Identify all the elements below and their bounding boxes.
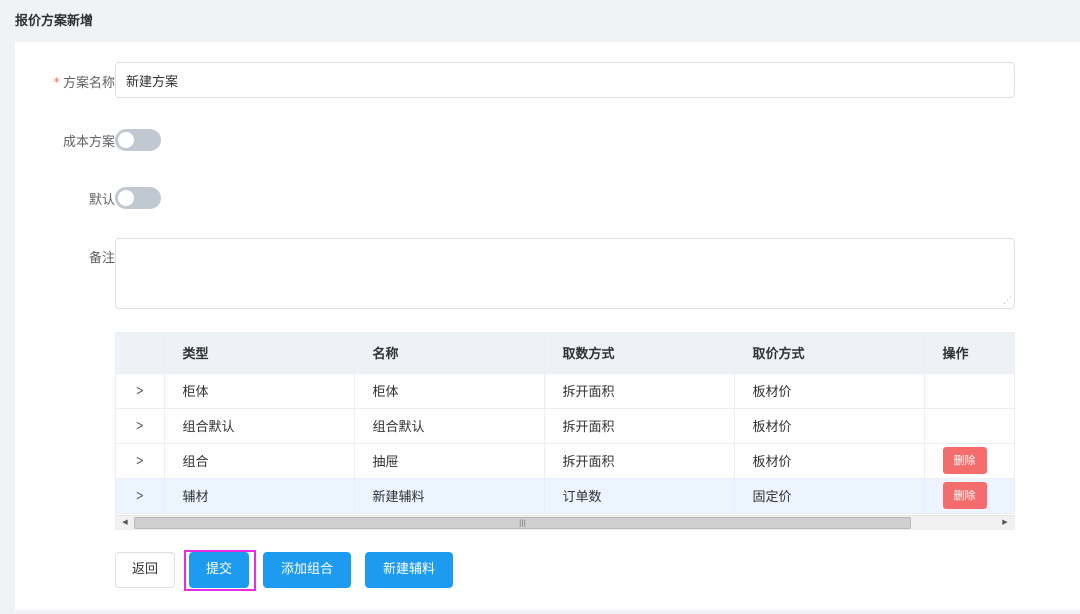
- cell-action: [924, 373, 1014, 409]
- switch-knob: [118, 190, 134, 206]
- expand-chevron-icon[interactable]: >: [116, 478, 165, 514]
- scroll-left-icon[interactable]: ◀: [118, 516, 132, 529]
- page-title: 报价方案新增: [15, 14, 94, 29]
- table-row: > 柜体 柜体 拆开面积 板材价: [116, 373, 1014, 409]
- name-label: * 方案名称: [53, 76, 115, 91]
- remark-label: 备注: [88, 251, 115, 266]
- cell-type: 柜体: [164, 373, 355, 409]
- cell-action: 删除: [924, 443, 1014, 479]
- cell-fetch: 订单数: [544, 478, 735, 514]
- cell-price: 固定价: [734, 478, 925, 514]
- expand-chevron-icon[interactable]: >: [116, 443, 165, 479]
- cell-name: 柜体: [354, 373, 545, 409]
- table-row: > 组合 抽屉 拆开面积 板材价 删除: [116, 443, 1014, 479]
- horizontal-scrollbar[interactable]: ◀ ||| ▶: [116, 515, 1014, 529]
- back-button[interactable]: 返回: [115, 552, 175, 588]
- submit-button[interactable]: 提交: [189, 552, 249, 588]
- plan-name-input[interactable]: [115, 62, 1015, 98]
- header-fetch-method: 取数方式: [544, 333, 735, 374]
- cell-fetch: 拆开面积: [544, 443, 735, 479]
- required-mark: *: [53, 76, 60, 91]
- switch-knob: [118, 132, 134, 148]
- header-type: 类型: [164, 333, 355, 374]
- delete-button[interactable]: 删除: [942, 482, 987, 509]
- cell-type: 辅材: [164, 478, 355, 514]
- cell-action: 删除: [924, 478, 1014, 514]
- default-switch[interactable]: [115, 187, 161, 209]
- page-header: 报价方案新增: [0, 0, 1080, 40]
- expand-chevron-icon[interactable]: >: [116, 408, 165, 444]
- table-row: > 辅材 新建辅料 订单数 固定价 删除: [116, 478, 1014, 514]
- header-price-method: 取价方式: [734, 333, 925, 374]
- header-expand: [116, 333, 165, 374]
- cell-name: 组合默认: [354, 408, 545, 444]
- table-header-row: 类型 名称 取数方式 取价方式 操作: [116, 333, 1014, 374]
- cell-fetch: 拆开面积: [544, 373, 735, 409]
- expand-chevron-icon[interactable]: >: [116, 373, 165, 409]
- cost-plan-switch[interactable]: [115, 129, 161, 151]
- table-row: > 组合默认 组合默认 拆开面积 板材价: [116, 408, 1014, 444]
- delete-button[interactable]: 删除: [942, 447, 987, 474]
- cell-name: 抽屉: [354, 443, 545, 479]
- cell-type: 组合默认: [164, 408, 355, 444]
- cost-plan-label: 成本方案: [62, 135, 115, 150]
- items-table: 类型 名称 取数方式 取价方式 操作 > 柜体 柜体 拆开面积 板材价 > 组合…: [115, 332, 1015, 530]
- default-label: 默认: [88, 193, 115, 208]
- header-name: 名称: [354, 333, 545, 374]
- cell-fetch: 拆开面积: [544, 408, 735, 444]
- header-action: 操作: [924, 333, 1014, 374]
- cell-type: 组合: [164, 443, 355, 479]
- cell-action: [924, 408, 1014, 444]
- remark-textarea[interactable]: [115, 238, 1015, 309]
- cell-name: 新建辅料: [354, 478, 545, 514]
- new-material-button[interactable]: 新建辅料: [365, 552, 453, 588]
- add-group-button[interactable]: 添加组合: [263, 552, 351, 588]
- scroll-right-icon[interactable]: ▶: [998, 516, 1012, 529]
- resize-grip-icon[interactable]: ⋰: [1002, 296, 1012, 306]
- scrollbar-thumb[interactable]: |||: [134, 517, 911, 529]
- form-card: *方案名称 成本方案 默认 备注 ⋰ 类型 名称 取数方式 取价方式: [15, 42, 1080, 610]
- cell-price: 板材价: [734, 443, 925, 479]
- cell-price: 板材价: [734, 408, 925, 444]
- cell-price: 板材价: [734, 373, 925, 409]
